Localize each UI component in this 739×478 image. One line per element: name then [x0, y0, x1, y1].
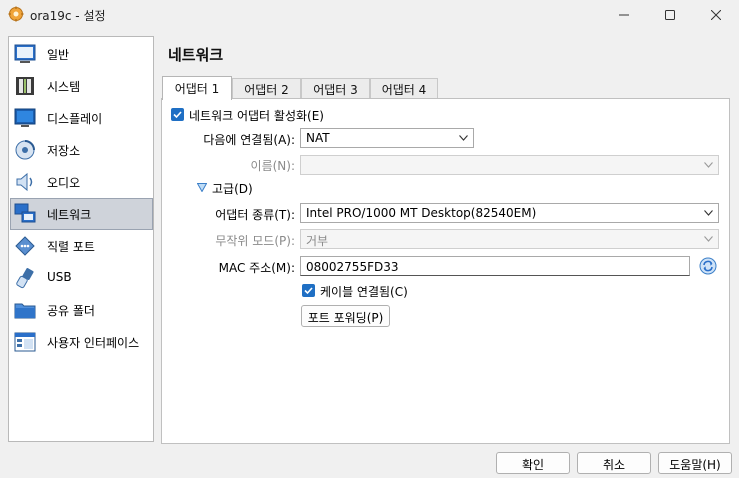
tab-adapter-1[interactable]: 어댑터 1 — [162, 76, 232, 100]
sidebar-item-label: 오디오 — [47, 176, 81, 190]
advanced-toggle[interactable]: 고급(D) — [212, 180, 253, 197]
display-icon — [14, 108, 36, 127]
sidebar-item-label: 디스플레이 — [47, 112, 103, 126]
title-bar: ora19c - 설정 — [0, 0, 739, 30]
speaker-icon — [16, 172, 33, 192]
enable-adapter-label: 네트워크 어댑터 활성화(E) — [189, 109, 324, 123]
sidebar-item-label: 네트워크 — [47, 208, 92, 222]
sidebar-item-label: 공유 폴더 — [47, 304, 95, 318]
attached-to-value: NAT — [306, 131, 330, 145]
attached-to-select[interactable]: NAT — [300, 128, 474, 148]
sidebar-item-general[interactable]: 일반 — [10, 38, 153, 70]
settings-sidebar: 일반 시스템 디스플레이 저장소 오디오 네트워크 직렬 포트 USB 공유 폴… — [8, 36, 154, 442]
usb-icon — [16, 268, 34, 289]
sidebar-item-shared-folders[interactable]: 공유 폴더 — [10, 294, 153, 326]
name-select[interactable] — [300, 155, 719, 175]
mac-address-value: 08002755FD33 — [306, 260, 399, 274]
maximize-icon — [665, 10, 675, 20]
chevron-down-icon — [704, 210, 713, 216]
chevron-down-icon — [459, 135, 468, 141]
sidebar-item-usb[interactable]: USB — [10, 262, 153, 294]
sidebar-item-network[interactable]: 네트워크 — [10, 198, 153, 230]
adapter-type-label: 어댑터 종류(T): — [215, 208, 295, 222]
promiscuous-mode-label: 무작위 모드(P): — [215, 234, 295, 248]
sidebar-item-storage[interactable]: 저장소 — [10, 134, 153, 166]
help-button[interactable]: 도움말(H) — [658, 452, 732, 474]
sidebar-item-system[interactable]: 시스템 — [10, 70, 153, 102]
port-forwarding-button[interactable]: 포트 포워딩(P) — [301, 305, 390, 327]
cable-connected-label: 케이블 연결됨(C) — [320, 285, 408, 299]
page-title: 네트워크 — [168, 46, 224, 64]
name-label: 이름(N): — [250, 159, 295, 173]
folder-icon — [14, 303, 36, 319]
close-icon — [711, 10, 721, 20]
adapter-type-value: Intel PRO/1000 MT Desktop(82540EM) — [306, 206, 537, 220]
refresh-icon[interactable] — [699, 257, 717, 275]
serial-port-icon — [15, 236, 35, 256]
window-title: ora19c - 설정 — [30, 9, 106, 23]
checkmark-icon — [173, 111, 182, 119]
triangle-down-icon[interactable] — [197, 183, 207, 192]
monitor-icon — [14, 44, 36, 63]
mac-address-field[interactable]: 08002755FD33 — [300, 256, 690, 276]
cable-connected-checkbox[interactable] — [302, 284, 315, 297]
checkmark-icon — [304, 287, 313, 295]
chevron-down-icon — [704, 236, 713, 242]
tab-adapter-2[interactable]: 어댑터 2 — [232, 78, 301, 98]
sidebar-item-display[interactable]: 디스플레이 — [10, 102, 153, 134]
sidebar-item-label: 시스템 — [47, 80, 81, 94]
sidebar-item-label: 일반 — [47, 48, 70, 62]
promiscuous-mode-select[interactable]: 거부 — [300, 229, 719, 249]
chevron-down-icon — [704, 162, 713, 168]
sidebar-item-audio[interactable]: 오디오 — [10, 166, 153, 198]
close-button[interactable] — [693, 0, 739, 30]
tab-adapter-4[interactable]: 어댑터 4 — [370, 78, 438, 98]
disk-icon — [15, 140, 35, 160]
tab-adapter-3[interactable]: 어댑터 3 — [301, 78, 370, 98]
sidebar-item-user-interface[interactable]: 사용자 인터페이스 — [10, 326, 153, 358]
attached-to-label: 다음에 연결됨(A): — [203, 133, 295, 147]
sidebar-item-label: 저장소 — [47, 144, 81, 158]
adapter-type-select[interactable]: Intel PRO/1000 MT Desktop(82540EM) — [300, 203, 719, 223]
ui-icon — [14, 332, 36, 352]
promiscuous-mode-value: 거부 — [306, 234, 329, 248]
sidebar-item-serial-port[interactable]: 직렬 포트 — [10, 230, 153, 262]
sidebar-item-label: 사용자 인터페이스 — [47, 336, 140, 350]
ok-button[interactable]: 확인 — [496, 452, 570, 474]
mac-address-label: MAC 주소(M): — [218, 261, 295, 275]
minimize-button[interactable] — [601, 0, 647, 30]
network-icon — [14, 203, 36, 223]
virtualbox-gear-icon — [8, 6, 24, 22]
cancel-button[interactable]: 취소 — [577, 452, 651, 474]
chip-icon — [16, 77, 34, 95]
sidebar-item-label: 직렬 포트 — [47, 240, 95, 254]
sidebar-item-label: USB — [47, 270, 72, 284]
minimize-icon — [619, 14, 629, 16]
maximize-button[interactable] — [647, 0, 693, 30]
enable-adapter-checkbox[interactable] — [171, 108, 184, 121]
